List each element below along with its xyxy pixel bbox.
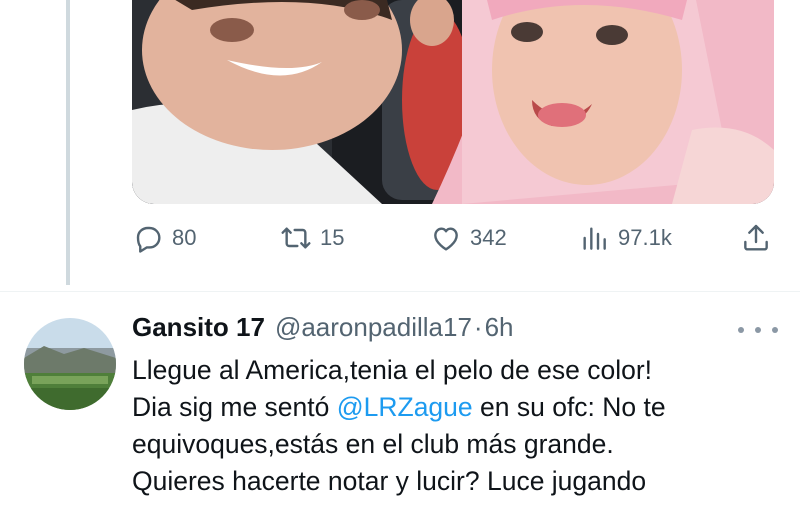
views-count: 97.1k [618, 225, 672, 250]
reply-button[interactable]: 80 [132, 222, 196, 254]
tweet-action-bar: 80 15 342 97.1k [0, 222, 800, 262]
tweet-header: Gansito 17 @aaronpadilla17 · 6h [132, 312, 514, 343]
tweet-timestamp[interactable]: 6h [485, 312, 514, 343]
reply-count: 80 [172, 225, 197, 250]
share-button[interactable] [740, 222, 772, 254]
like-button[interactable]: 342 [430, 222, 507, 254]
more-icon [738, 327, 744, 333]
share-icon [744, 224, 768, 251]
avatar-landscape-image [24, 318, 116, 410]
retweet-button[interactable]: 15 [280, 222, 344, 254]
header-separator: · [473, 312, 483, 342]
avatar[interactable] [24, 318, 116, 410]
tweet-text: Llegue al America,tenia el pelo de ese c… [132, 352, 772, 500]
more-icon-dot [772, 327, 778, 333]
heart-icon [434, 227, 458, 251]
display-name[interactable]: Gansito 17 [132, 312, 265, 343]
mention-link[interactable]: @LRZague [337, 392, 473, 422]
retweet-count: 15 [320, 225, 345, 250]
user-handle[interactable]: @aaronpadilla17 [275, 312, 472, 343]
views-icon [583, 227, 606, 250]
views-button[interactable]: 97.1k [578, 222, 672, 254]
tweet-divider [0, 291, 800, 292]
like-count: 342 [470, 225, 507, 250]
photo-illustration [132, 0, 774, 204]
reply-icon [136, 226, 161, 253]
tweet-media-photo[interactable] [132, 0, 774, 204]
more-options-button[interactable] [738, 318, 778, 342]
more-icon-dot [755, 327, 761, 333]
retweet-icon [281, 227, 311, 249]
